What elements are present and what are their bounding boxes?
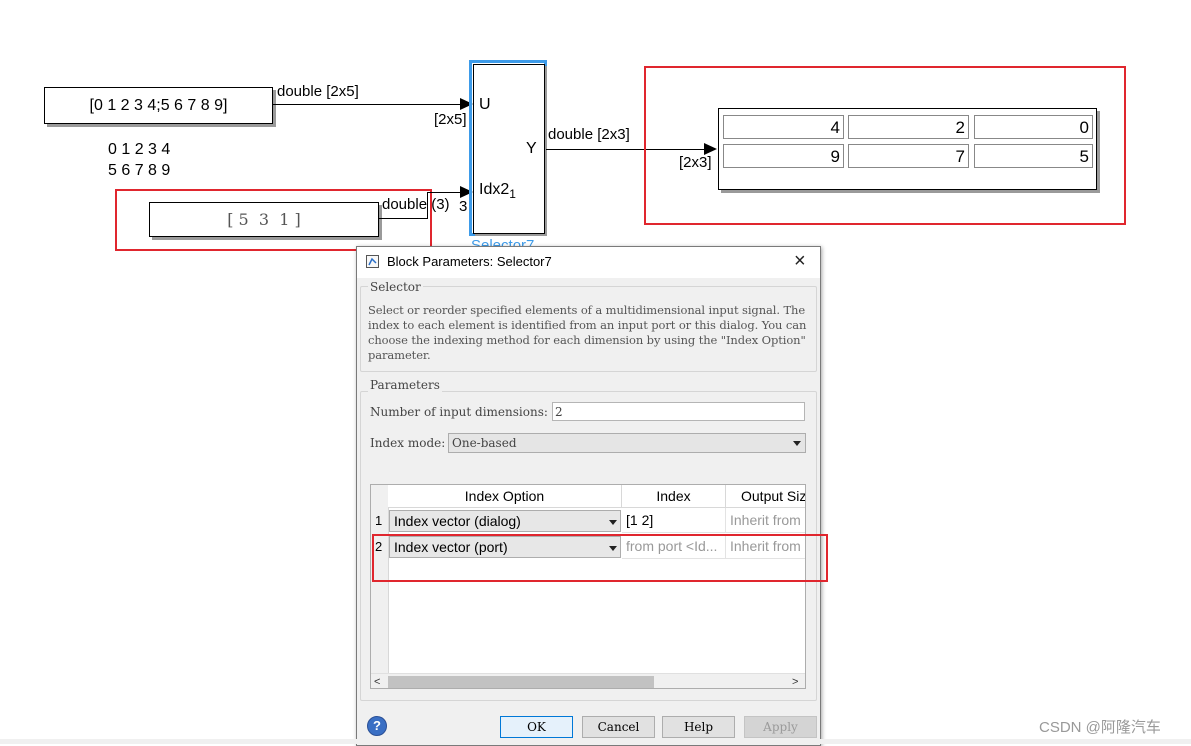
constant-value: [0 1 2 3 4;5 6 7 8 9] (89, 97, 228, 114)
u-dim-label: [2x5] (434, 111, 467, 128)
section-title: Selector (368, 280, 423, 294)
col-header-output-size[interactable]: Output Siz (726, 485, 805, 508)
col-header-index-option[interactable]: Index Option (388, 485, 622, 508)
ok-button[interactable]: OK (500, 716, 573, 738)
close-icon[interactable]: × (794, 250, 806, 273)
display-cell: 4 (723, 115, 844, 139)
watermark: CSDN @阿隆汽车 (1039, 719, 1161, 736)
num-dims-field[interactable]: 2 (552, 402, 805, 421)
const-signal-line[interactable] (272, 104, 460, 105)
idx-signal-label: double (3) (382, 196, 450, 213)
display-block[interactable]: 4 2 0 9 7 5 (718, 108, 1097, 190)
display-cell: 7 (848, 144, 969, 168)
help-icon[interactable]: ? (367, 716, 387, 736)
num-dims-value: 2 (555, 405, 563, 419)
index-mode-value: One-based (452, 436, 517, 450)
const-signal-label: double [2x5] (277, 83, 359, 100)
matrix-note-row1: 0 1 2 3 4 (108, 141, 171, 158)
index-option-select[interactable]: Index vector (dialog) (389, 510, 621, 532)
idx-signal-line-h1[interactable] (378, 218, 427, 219)
block-icon (366, 255, 379, 268)
row2-highlight (372, 534, 828, 582)
y-signal-label: double [2x3] (548, 126, 630, 143)
display-cell: 0 (974, 115, 1093, 139)
dropdown-arrow-icon (793, 441, 801, 446)
index-mode-label: Index mode: (370, 436, 446, 450)
help-button[interactable]: Help (662, 716, 735, 738)
block-parameters-dialog[interactable]: Block Parameters: Selector7 × Selector S… (356, 246, 821, 746)
table-row[interactable]: 1 Index vector (dialog) [1 2] Inherit fr… (371, 508, 805, 533)
index-mode-select[interactable]: One-based (448, 433, 806, 453)
constant-block[interactable]: [0 1 2 3 4;5 6 7 8 9] (44, 87, 273, 124)
display-cell: 9 (723, 144, 844, 168)
idx-signal-line-v (427, 192, 428, 219)
description-text: Select or reorder specified elements of … (368, 303, 807, 362)
params-title: Parameters (368, 378, 442, 392)
port-y-label: Y (526, 140, 537, 157)
idx-signal-line-h2 (427, 192, 460, 193)
display-cell: 5 (974, 144, 1093, 168)
scrollbar-thumb[interactable] (388, 676, 654, 688)
display-cell: 2 (848, 115, 969, 139)
index-cell[interactable]: [1 2] (622, 508, 726, 533)
cancel-button[interactable]: Cancel (582, 716, 655, 738)
port-u-label: U (479, 96, 491, 113)
scroll-right-icon[interactable]: > (792, 676, 798, 688)
output-size-cell[interactable]: Inherit from (726, 508, 805, 533)
selector-block-name[interactable]: Selector7 (471, 237, 534, 246)
dialog-titlebar[interactable]: Block Parameters: Selector7 × (357, 247, 820, 278)
apply-button[interactable]: Apply (744, 716, 817, 738)
col-header-index[interactable]: Index (622, 485, 726, 508)
row-number: 1 (375, 513, 383, 528)
scroll-left-icon[interactable]: < (374, 676, 380, 688)
num-dims-label: Number of input dimensions: (370, 405, 548, 419)
dialog-title: Block Parameters: Selector7 (387, 254, 552, 269)
canvas-bottom-strip (0, 739, 1191, 744)
index-option-value: Index vector (dialog) (394, 513, 521, 529)
index-table[interactable]: Index Option Index Output Siz 1 Index ve… (370, 484, 806, 689)
port-idx-label: Idx21 (479, 181, 516, 202)
dropdown-arrow-icon (609, 520, 617, 525)
horizontal-scrollbar[interactable]: < > (371, 673, 805, 688)
idx-dim-label: 3 (459, 198, 468, 215)
matrix-note-row2: 5 6 7 8 9 (108, 162, 171, 179)
